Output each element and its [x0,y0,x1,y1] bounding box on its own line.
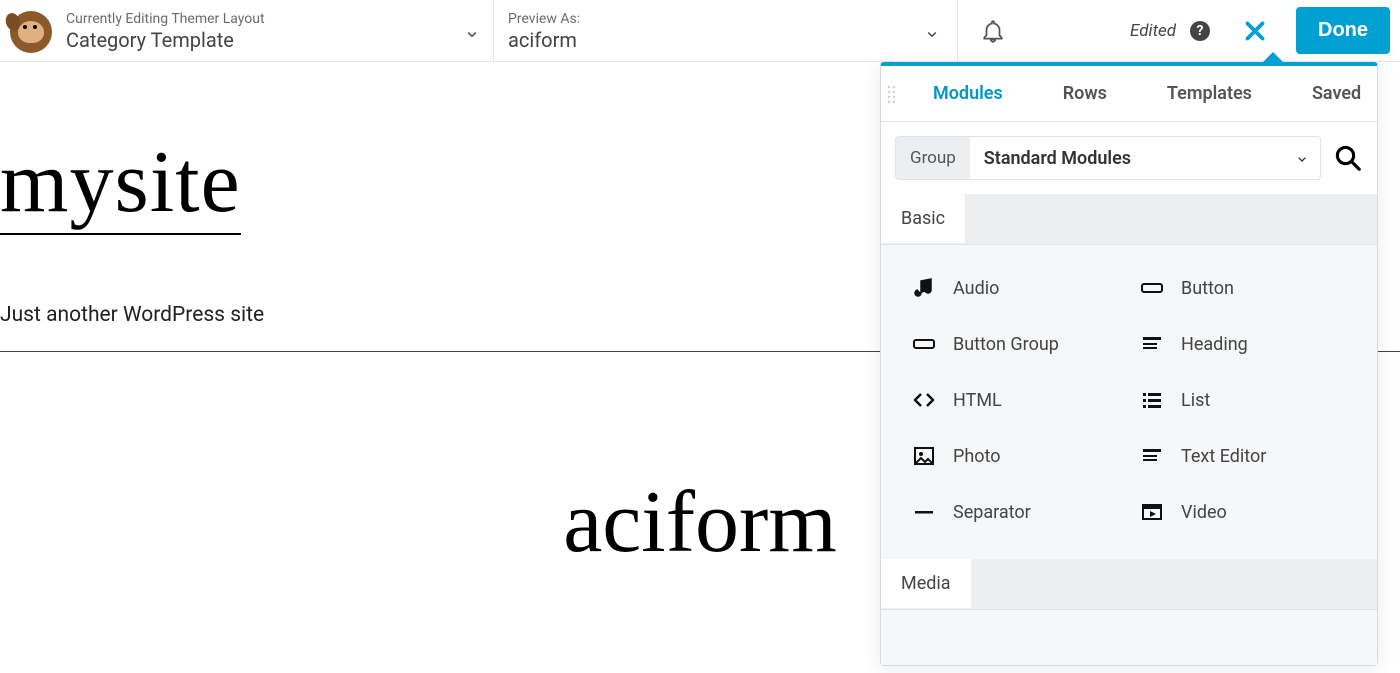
edited-status: Edited [1130,21,1176,41]
module-label: HTML [953,390,1002,411]
toolbar-actions: Edited ? Done [958,0,1400,61]
tab-templates[interactable]: Templates [1137,66,1282,122]
module-button-group[interactable]: Button Group [911,331,1119,357]
preview-as-selector[interactable]: Preview As: aciform [494,0,958,61]
chevron-down-icon [923,25,937,39]
help-icon[interactable]: ? [1190,21,1210,41]
video-icon [1139,499,1165,525]
separator-icon [911,499,937,525]
panel-tabs: Modules Rows Templates Saved [881,66,1377,122]
module-photo[interactable]: Photo [911,443,1119,469]
module-button[interactable]: Button [1139,275,1347,301]
content-panel: Modules Rows Templates Saved Group Stand… [880,62,1378,666]
group-select[interactable]: Group Standard Modules [895,136,1321,180]
tab-modules[interactable]: Modules [903,66,1033,122]
module-label: Text Editor [1181,446,1266,467]
module-label: Heading [1181,334,1248,355]
module-label: List [1181,390,1210,411]
module-label: Button [1181,278,1234,299]
module-label: Video [1181,502,1227,523]
module-text-editor[interactable]: Text Editor [1139,443,1347,469]
heading-icon [1139,331,1165,357]
chevron-down-icon [1294,151,1308,165]
module-grid-basic: Audio Button Button Group Heading [881,245,1377,559]
layout-name: Category Template [66,28,463,53]
layout-selector[interactable]: Currently Editing Themer Layout Category… [0,0,494,61]
preview-value: aciform [508,28,943,53]
html-icon [911,387,937,413]
list-icon [1139,387,1165,413]
module-list[interactable]: List [1139,387,1347,413]
module-heading[interactable]: Heading [1139,331,1347,357]
photo-icon [911,443,937,469]
done-button[interactable]: Done [1296,7,1390,54]
group-label: Group [896,137,970,179]
module-label: Separator [953,502,1031,523]
tab-rows[interactable]: Rows [1033,66,1137,122]
preview-label: Preview As: [508,10,943,28]
tab-saved[interactable]: Saved [1282,66,1391,122]
button-icon [1139,275,1165,301]
panel-body: Basic Audio Button Button Group [881,194,1377,665]
module-label: Button Group [953,334,1059,355]
top-toolbar: Currently Editing Themer Layout Category… [0,0,1400,62]
notifications-icon[interactable] [980,18,1006,44]
search-icon[interactable] [1333,143,1363,173]
text-editor-icon [1139,443,1165,469]
drag-handle-icon[interactable] [887,77,897,111]
button-group-icon [911,331,937,357]
editing-label: Currently Editing Themer Layout [66,10,463,28]
close-panel-icon[interactable] [1240,16,1270,46]
panel-filter-row: Group Standard Modules [881,122,1377,194]
section-basic-header[interactable]: Basic [881,194,965,244]
group-selected-value: Standard Modules [984,148,1131,169]
module-label: Audio [953,278,999,299]
section-media-header[interactable]: Media [881,559,971,609]
module-audio[interactable]: Audio [911,275,1119,301]
beaver-logo-icon [10,11,52,53]
module-html[interactable]: HTML [911,387,1119,413]
module-separator[interactable]: Separator [911,499,1119,525]
module-video[interactable]: Video [1139,499,1347,525]
audio-icon [911,275,937,301]
chevron-down-icon [463,25,477,39]
module-label: Photo [953,446,1001,467]
